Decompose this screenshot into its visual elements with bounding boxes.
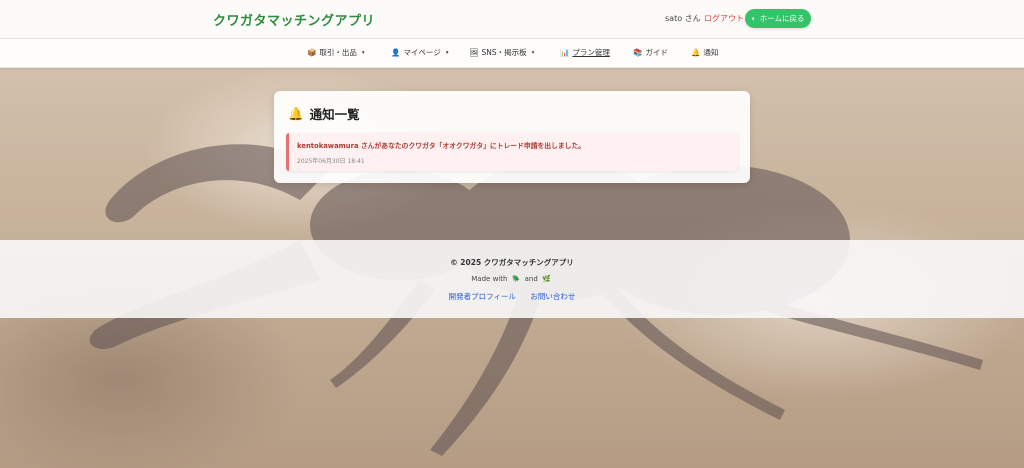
box-icon: 📦 <box>307 48 317 57</box>
logout-link[interactable]: ログアウト <box>704 13 744 24</box>
notification-timestamp: 2025年06月30日 18:41 <box>297 158 365 165</box>
contact-link[interactable]: お問い合わせ <box>530 292 575 301</box>
bell-icon: 🔔 <box>288 105 304 121</box>
caret-down-icon: ▾ <box>531 49 535 56</box>
background-photo <box>0 0 1024 468</box>
nav-item-guide[interactable]: 📚 ガイド <box>633 47 668 58</box>
nav-item-mypage[interactable]: 👤 マイページ ▾ <box>391 47 448 58</box>
and-text: and <box>524 275 538 283</box>
made-with: Made with 🪲 and 🌿 <box>0 275 1024 283</box>
nav-label: 取引・出品 <box>319 48 357 57</box>
home-button-label: ホームに戻る <box>759 14 805 23</box>
developer-profile-link[interactable]: 開発者プロフィール <box>449 292 516 301</box>
nav-label: ガイド <box>645 48 668 57</box>
bell-icon: 🔔 <box>691 48 701 57</box>
chevron-left-icon: ‹ <box>751 14 755 23</box>
nav-item-plan[interactable]: 📊 プラン管理 <box>560 47 610 58</box>
caret-down-icon: ▾ <box>361 49 365 56</box>
footer: © 2025 クワガタマッチングアプリ Made with 🪲 and 🌿 開発… <box>0 240 1024 318</box>
notification-message: kentokawamura さんがあなたのクワガタ「オオクワガタ」にトレード申請… <box>297 142 586 150</box>
notification-item[interactable]: kentokawamura さんがあなたのクワガタ「オオクワガタ」にトレード申請… <box>286 133 738 171</box>
made-with-text: Made with <box>471 275 508 283</box>
leaf-icon: 🌿 <box>542 275 551 283</box>
nav-item-sns[interactable]: 🖼 SNS・掲示板 ▾ <box>469 47 534 58</box>
caret-down-icon: ▾ <box>445 49 449 56</box>
books-icon: 📚 <box>633 48 643 57</box>
top-header: クワガタマッチングアプリ sato さん ログアウト ‹ ホームに戻る <box>0 0 1024 39</box>
page-title-text: 通知一覧 <box>309 107 360 122</box>
image-icon: 🖼 <box>469 48 479 57</box>
user-icon: 👤 <box>391 48 401 57</box>
chart-icon: 📊 <box>560 48 570 57</box>
beetle-icon: 🪲 <box>511 275 521 283</box>
main-nav: 📦 取引・出品 ▾ 👤 マイページ ▾ 🖼 SNS・掲示板 ▾ 📊 プラン管理 … <box>0 39 1024 68</box>
app-brand[interactable]: クワガタマッチングアプリ <box>213 10 375 29</box>
footer-links: 開発者プロフィール お問い合わせ <box>0 291 1024 302</box>
nav-label: SNS・掲示板 <box>481 48 527 57</box>
nav-label: プラン管理 <box>572 48 610 57</box>
page-title: 🔔 通知一覧 <box>288 104 360 123</box>
copyright: © 2025 クワガタマッチングアプリ <box>450 258 574 267</box>
nav-item-trade[interactable]: 📦 取引・出品 ▾ <box>307 47 365 58</box>
home-button[interactable]: ‹ ホームに戻る <box>745 9 811 28</box>
nav-label: マイページ <box>403 48 441 57</box>
notifications-card: 🔔 通知一覧 kentokawamura さんがあなたのクワガタ「オオクワガタ」… <box>274 91 750 183</box>
user-name: sato さん <box>665 14 701 23</box>
nav-label: 通知 <box>703 48 719 57</box>
nav-item-notifications[interactable]: 🔔 通知 <box>691 47 718 58</box>
